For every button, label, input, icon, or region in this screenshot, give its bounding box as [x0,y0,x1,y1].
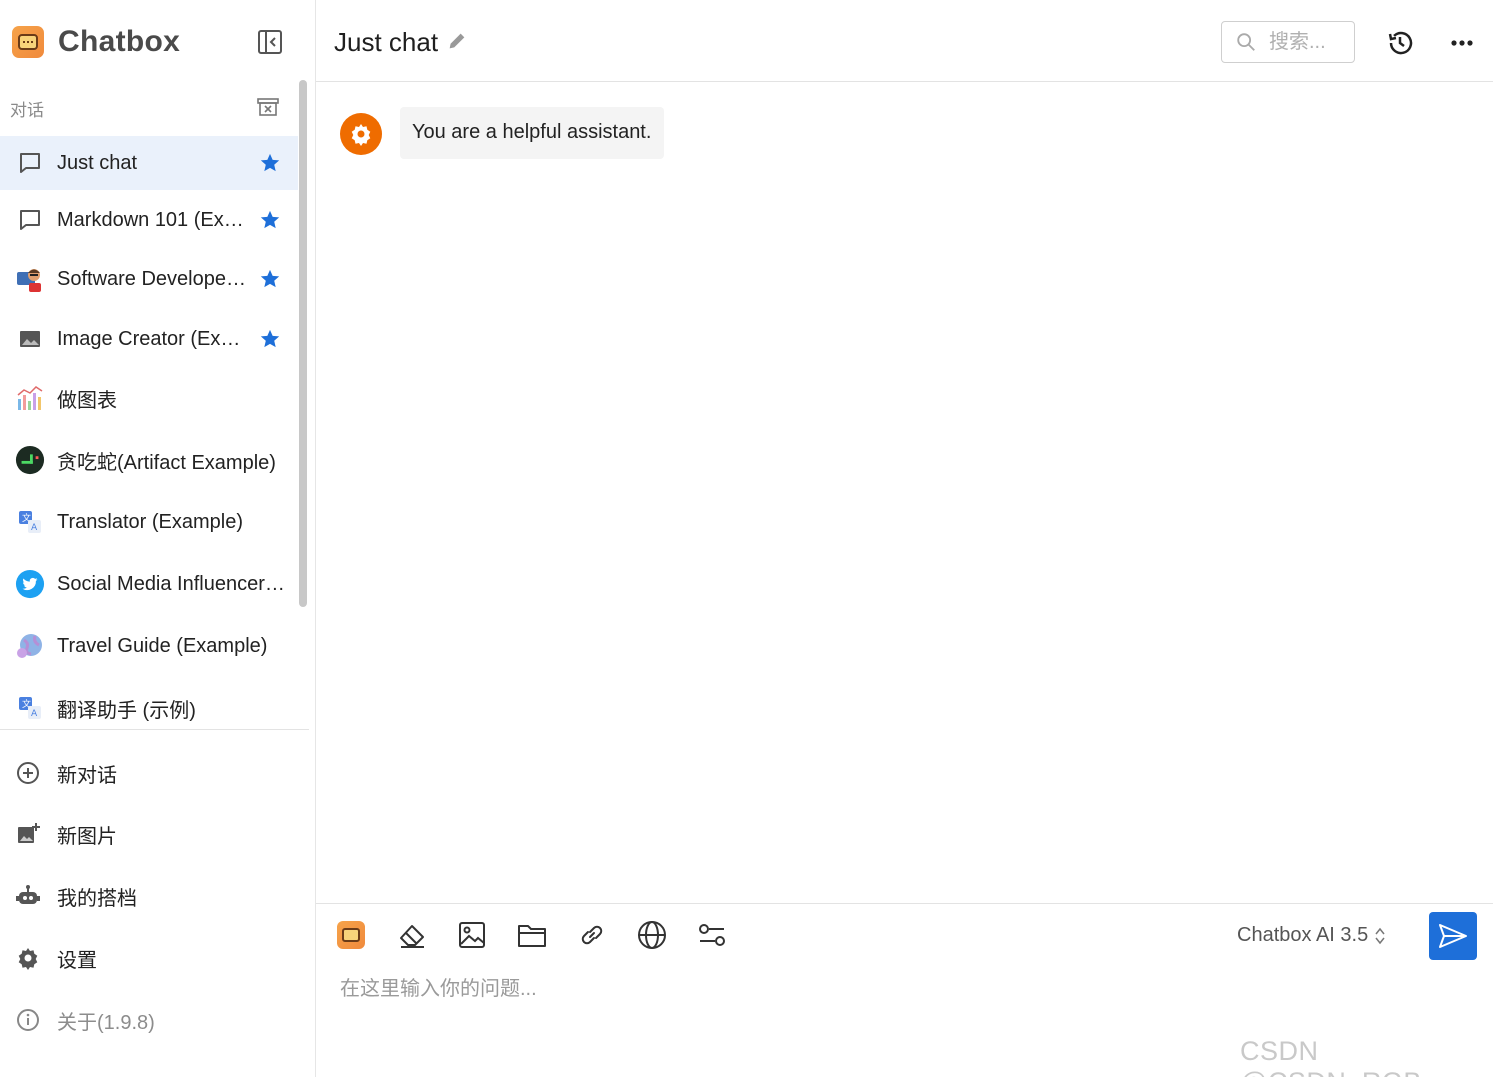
conversation-item-software-developer[interactable]: Software Developer (Example) [0,252,298,306]
twitter-bird-icon [15,569,45,599]
star-icon[interactable] [258,151,282,175]
snake-game-avatar-icon [15,445,45,475]
conversation-item-image-creator[interactable]: Image Creator (Example) [0,312,298,366]
more-horizontal-icon [1451,40,1473,46]
folder-icon [518,925,546,947]
conversation-label: 翻译助手 (示例) [57,699,196,722]
gear-icon [351,124,371,146]
send-icon [1439,924,1467,948]
search-box[interactable] [1221,21,1355,63]
history-button[interactable] [1385,28,1415,58]
history-icon [1388,31,1413,55]
chevron-up-down-icon [1375,927,1385,944]
collapse-sidebar-button[interactable] [256,28,284,56]
star-icon[interactable] [258,208,282,232]
archive-icon [257,98,279,116]
edit-title-button[interactable] [446,30,470,54]
chatbox-logo-button[interactable] [334,918,368,952]
chat-bubble-icon [15,205,45,235]
conversation-item-travel-guide[interactable]: Travel Guide (Example) [0,619,298,673]
model-selector[interactable]: Chatbox AI 3.5 [1237,924,1386,947]
watermark: CSDN @CSDN_RGB [1240,1036,1421,1077]
robot-icon [15,883,41,909]
about-button[interactable]: 关于(1.9.8) [0,996,300,1044]
conversation-label: 做图表 [57,389,117,412]
image-icon [15,324,45,354]
chatbox-logo-icon [12,26,44,58]
star-icon[interactable] [258,327,282,351]
search-input[interactable] [1269,30,1349,54]
brand: Chatbox [12,22,180,62]
conversation-item-translator[interactable]: 文A Translator (Example) [0,495,298,549]
image-icon [459,922,485,948]
conversation-label: Travel Guide (Example) [57,634,268,657]
link-icon [581,925,603,945]
brand-name: Chatbox [58,25,181,58]
conversation-label: Social Media Influencer (Example) [57,572,289,595]
menu-label: 设置 [57,949,97,972]
pencil-icon [449,33,465,49]
conversation-item-make-chart[interactable]: 做图表 [0,371,298,425]
more-options-button[interactable] [1447,28,1477,58]
my-partners-button[interactable]: 我的搭档 [0,872,300,920]
sidebar-collapse-icon [258,30,282,54]
system-avatar [340,113,382,155]
conversation-label: Software Developer (Example) [57,267,247,290]
info-icon [15,1007,41,1033]
settings-button[interactable]: 设置 [0,934,300,982]
attach-link-button[interactable] [575,918,609,952]
sliders-icon [699,924,725,946]
send-button[interactable] [1429,912,1477,960]
archive-button[interactable] [256,96,280,118]
sidebar-scrollbar[interactable] [299,80,307,607]
translate-avatar-icon: 文A [15,507,45,537]
conversation-label: Markdown 101 (Example) [57,208,247,231]
conversation-label: Translator (Example) [57,510,243,533]
search-icon [1237,33,1255,51]
header: Just chat [316,0,1493,82]
svg-text:A: A [31,523,38,533]
menu-label: 我的搭档 [57,887,137,910]
plus-circle-icon [15,760,41,786]
developer-avatar-icon [15,264,45,294]
add-image-icon [15,821,41,847]
new-chat-button[interactable]: 新对话 [0,749,300,797]
sidebar: Chatbox 对话 Just chat Markdown 101 (Examp… [0,0,316,1077]
conversation-item-snake-game[interactable]: 贪吃蛇(Artifact Example) [0,433,298,487]
menu-label: 新对话 [57,764,117,787]
chat-title: Just chat [334,27,439,57]
attach-file-button[interactable] [515,918,549,952]
star-icon[interactable] [258,267,282,291]
attach-image-button[interactable] [455,918,489,952]
eraser-icon [400,925,424,948]
conversation-label: 贪吃蛇(Artifact Example) [57,451,276,474]
web-search-button[interactable] [635,918,669,952]
message-system: You are a helpful assistant. [340,107,665,159]
conversation-label: Image Creator (Example) [57,327,247,350]
chatbox-logo-icon [337,921,365,949]
new-image-button[interactable]: 新图片 [0,810,300,858]
svg-text:A: A [31,709,38,719]
conversation-list: Just chat Markdown 101 (Example) Softwar… [0,136,298,728]
globe-icon [638,921,666,949]
sidebar-divider [0,729,309,730]
chart-avatar-icon [15,383,45,413]
translate-avatar-icon: 文A [15,693,45,723]
gear-icon [15,945,41,971]
main-panel: Just chat You are a helpful assistant. [316,0,1493,1077]
globe-avatar-icon [15,631,45,661]
model-label: Chatbox AI 3.5 [1237,924,1369,946]
conversations-section-label: 对话 [10,101,44,120]
menu-label: 关于(1.9.8) [57,1011,155,1034]
conversation-item-markdown[interactable]: Markdown 101 (Example) [0,193,298,247]
chat-bubble-icon [15,148,45,178]
settings-sliders-button[interactable] [695,918,729,952]
menu-label: 新图片 [57,825,117,848]
conversation-item-translation-assistant[interactable]: 文A 翻译助手 (示例) [0,681,298,728]
conversation-item-social-media[interactable]: Social Media Influencer (Example) [0,557,298,611]
conversation-item-just-chat[interactable]: Just chat [0,136,298,190]
clear-context-button[interactable] [395,918,429,952]
conversation-label: Just chat [57,151,138,174]
message-bubble: You are a helpful assistant. [400,107,665,159]
